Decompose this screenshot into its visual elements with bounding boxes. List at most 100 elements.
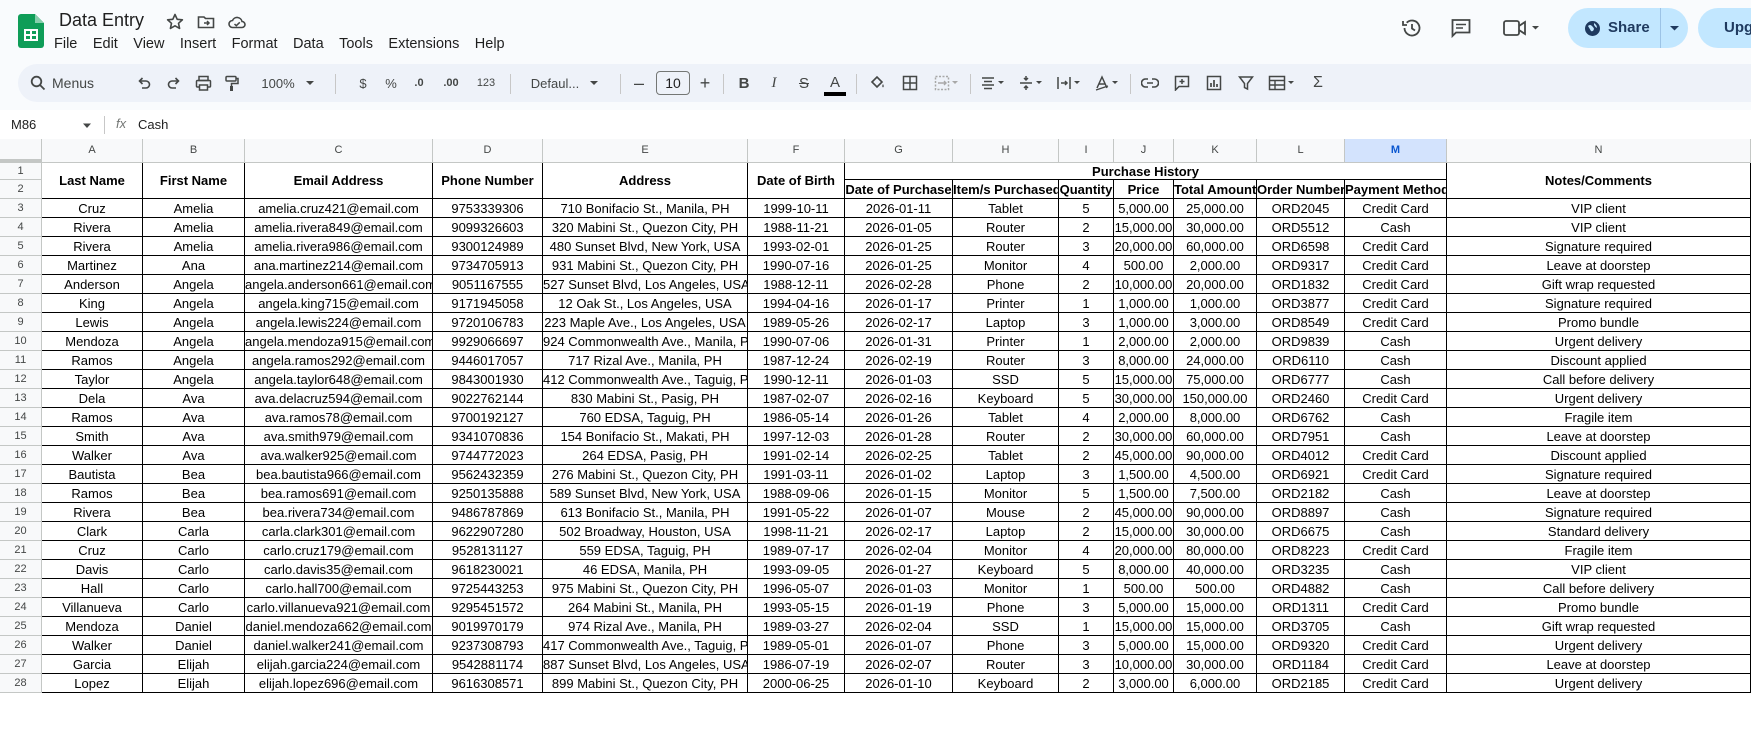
- caret-down-icon[interactable]: [82, 123, 92, 129]
- cell-price[interactable]: 15,000.00: [1114, 617, 1174, 636]
- cell-quantity[interactable]: 3: [1059, 636, 1114, 655]
- bold-button[interactable]: B: [729, 64, 759, 102]
- cell-payment[interactable]: Cash: [1345, 503, 1447, 522]
- cell-quantity[interactable]: 1: [1059, 294, 1114, 313]
- cell-items[interactable]: Phone: [953, 598, 1059, 617]
- cell-last-name[interactable]: Davis: [42, 560, 143, 579]
- cell-items[interactable]: Laptop: [953, 522, 1059, 541]
- column-header-b[interactable]: B: [143, 139, 245, 163]
- cell-price[interactable]: 1,500.00: [1114, 484, 1174, 503]
- cell-first-name[interactable]: Ava: [143, 408, 245, 427]
- cell-total[interactable]: 2,000.00: [1174, 332, 1257, 351]
- row-header-9[interactable]: 9: [0, 313, 42, 332]
- cell-items[interactable]: Keyboard: [953, 674, 1059, 693]
- row-header-13[interactable]: 13: [0, 389, 42, 408]
- row-header-4[interactable]: 4: [0, 218, 42, 237]
- cell-last-name[interactable]: Smith: [42, 427, 143, 446]
- cell-address[interactable]: 975 Mabini St., Quezon City, PH: [543, 579, 748, 598]
- cell-notes[interactable]: Urgent delivery: [1447, 389, 1751, 408]
- cell-payment[interactable]: Credit Card: [1345, 294, 1447, 313]
- cell-date-of-purchase[interactable]: 2026-02-25: [845, 446, 953, 465]
- cell-dob[interactable]: 2000-06-25: [748, 674, 845, 693]
- cell-notes[interactable]: Standard delivery: [1447, 522, 1751, 541]
- cell-payment[interactable]: Credit Card: [1345, 465, 1447, 484]
- cell-last-name[interactable]: Taylor: [42, 370, 143, 389]
- cell-quantity[interactable]: 5: [1059, 389, 1114, 408]
- cell-order[interactable]: ORD2185: [1257, 674, 1345, 693]
- cell-payment[interactable]: Cash: [1345, 484, 1447, 503]
- cell-order[interactable]: ORD6777: [1257, 370, 1345, 389]
- cell-date-of-purchase[interactable]: 2026-01-31: [845, 332, 953, 351]
- cell-email[interactable]: angela.ramos292@email.com: [245, 351, 433, 370]
- cell-phone[interactable]: 9618230021: [433, 560, 543, 579]
- insert-comment-button[interactable]: [1166, 64, 1198, 102]
- column-header-g[interactable]: G: [845, 139, 953, 163]
- font-size-increase-button[interactable]: +: [692, 64, 718, 102]
- cell-notes[interactable]: VIP client: [1447, 560, 1751, 579]
- cell-first-name[interactable]: Daniel: [143, 617, 245, 636]
- cell-address[interactable]: 830 Mabini St., Pasig, PH: [543, 389, 748, 408]
- row-header-17[interactable]: 17: [0, 465, 42, 484]
- cell-last-name[interactable]: Anderson: [42, 275, 143, 294]
- cell-items[interactable]: Monitor: [953, 256, 1059, 275]
- header-dob[interactable]: Date of Birth: [748, 163, 845, 199]
- table-button[interactable]: [1262, 64, 1302, 102]
- cell-phone[interactable]: 9843001930: [433, 370, 543, 389]
- cell-phone[interactable]: 9562432359: [433, 465, 543, 484]
- cell-items[interactable]: Keyboard: [953, 560, 1059, 579]
- cell-dob[interactable]: 1993-02-01: [748, 237, 845, 256]
- cell-address[interactable]: 710 Bonifacio St., Manila, PH: [543, 199, 748, 218]
- cell-address[interactable]: 899 Mabini St., Quezon City, PH: [543, 674, 748, 693]
- row-header-12[interactable]: 12: [0, 370, 42, 389]
- cell-date-of-purchase[interactable]: 2026-01-02: [845, 465, 953, 484]
- cell-address[interactable]: 559 EDSA, Taguig, PH: [543, 541, 748, 560]
- horizontal-align-button[interactable]: [975, 64, 1011, 102]
- cell-last-name[interactable]: Ramos: [42, 351, 143, 370]
- cell-order[interactable]: ORD3705: [1257, 617, 1345, 636]
- cell-items[interactable]: Phone: [953, 275, 1059, 294]
- cell-items[interactable]: Monitor: [953, 484, 1059, 503]
- row-header-11[interactable]: 11: [0, 351, 42, 370]
- cell-email[interactable]: daniel.mendoza662@email.com: [245, 617, 433, 636]
- cell-date-of-purchase[interactable]: 2026-01-15: [845, 484, 953, 503]
- cell-address[interactable]: 931 Mabini St., Quezon City, PH: [543, 256, 748, 275]
- row-header-22[interactable]: 22: [0, 560, 42, 579]
- cell-phone[interactable]: 9300124989: [433, 237, 543, 256]
- cell-price[interactable]: 1,000.00: [1114, 294, 1174, 313]
- cell-address[interactable]: 974 Rizal Ave., Manila, PH: [543, 617, 748, 636]
- cell-order[interactable]: ORD6110: [1257, 351, 1345, 370]
- row-header-16[interactable]: 16: [0, 446, 42, 465]
- cell-last-name[interactable]: King: [42, 294, 143, 313]
- cell-phone[interactable]: 9099326603: [433, 218, 543, 237]
- cell-price[interactable]: 2,000.00: [1114, 408, 1174, 427]
- cell-total[interactable]: 30,000.00: [1174, 218, 1257, 237]
- insert-link-button[interactable]: [1134, 64, 1166, 102]
- cell-email[interactable]: daniel.walker241@email.com: [245, 636, 433, 655]
- cell-last-name[interactable]: Lopez: [42, 674, 143, 693]
- row-header-3[interactable]: 3: [0, 199, 42, 218]
- cell-notes[interactable]: Discount applied: [1447, 351, 1751, 370]
- cell-last-name[interactable]: Walker: [42, 636, 143, 655]
- text-wrapping-button[interactable]: [1051, 64, 1087, 102]
- cell-order[interactable]: ORD6921: [1257, 465, 1345, 484]
- cell-quantity[interactable]: 2: [1059, 503, 1114, 522]
- cell-date-of-purchase[interactable]: 2026-02-07: [845, 655, 953, 674]
- cell-payment[interactable]: Cash: [1345, 370, 1447, 389]
- cell-first-name[interactable]: Angela: [143, 313, 245, 332]
- cell-payment[interactable]: Credit Card: [1345, 199, 1447, 218]
- cell-email[interactable]: amelia.rivera849@email.com: [245, 218, 433, 237]
- header-date-of-purchase[interactable]: Date of Purchase: [845, 180, 953, 199]
- cell-first-name[interactable]: Angela: [143, 351, 245, 370]
- cell-email[interactable]: angela.mendoza915@email.com: [245, 332, 433, 351]
- cell-first-name[interactable]: Amelia: [143, 218, 245, 237]
- header-payment[interactable]: Payment Method: [1345, 180, 1447, 199]
- cell-items[interactable]: Monitor: [953, 579, 1059, 598]
- column-header-e[interactable]: E: [543, 139, 748, 163]
- cell-order[interactable]: ORD7951: [1257, 427, 1345, 446]
- cell-notes[interactable]: Fragile item: [1447, 408, 1751, 427]
- cell-order[interactable]: ORD1832: [1257, 275, 1345, 294]
- cell-notes[interactable]: Leave at doorstep: [1447, 256, 1751, 275]
- cell-items[interactable]: Tablet: [953, 199, 1059, 218]
- cell-total[interactable]: 8,000.00: [1174, 408, 1257, 427]
- cell-total[interactable]: 6,000.00: [1174, 674, 1257, 693]
